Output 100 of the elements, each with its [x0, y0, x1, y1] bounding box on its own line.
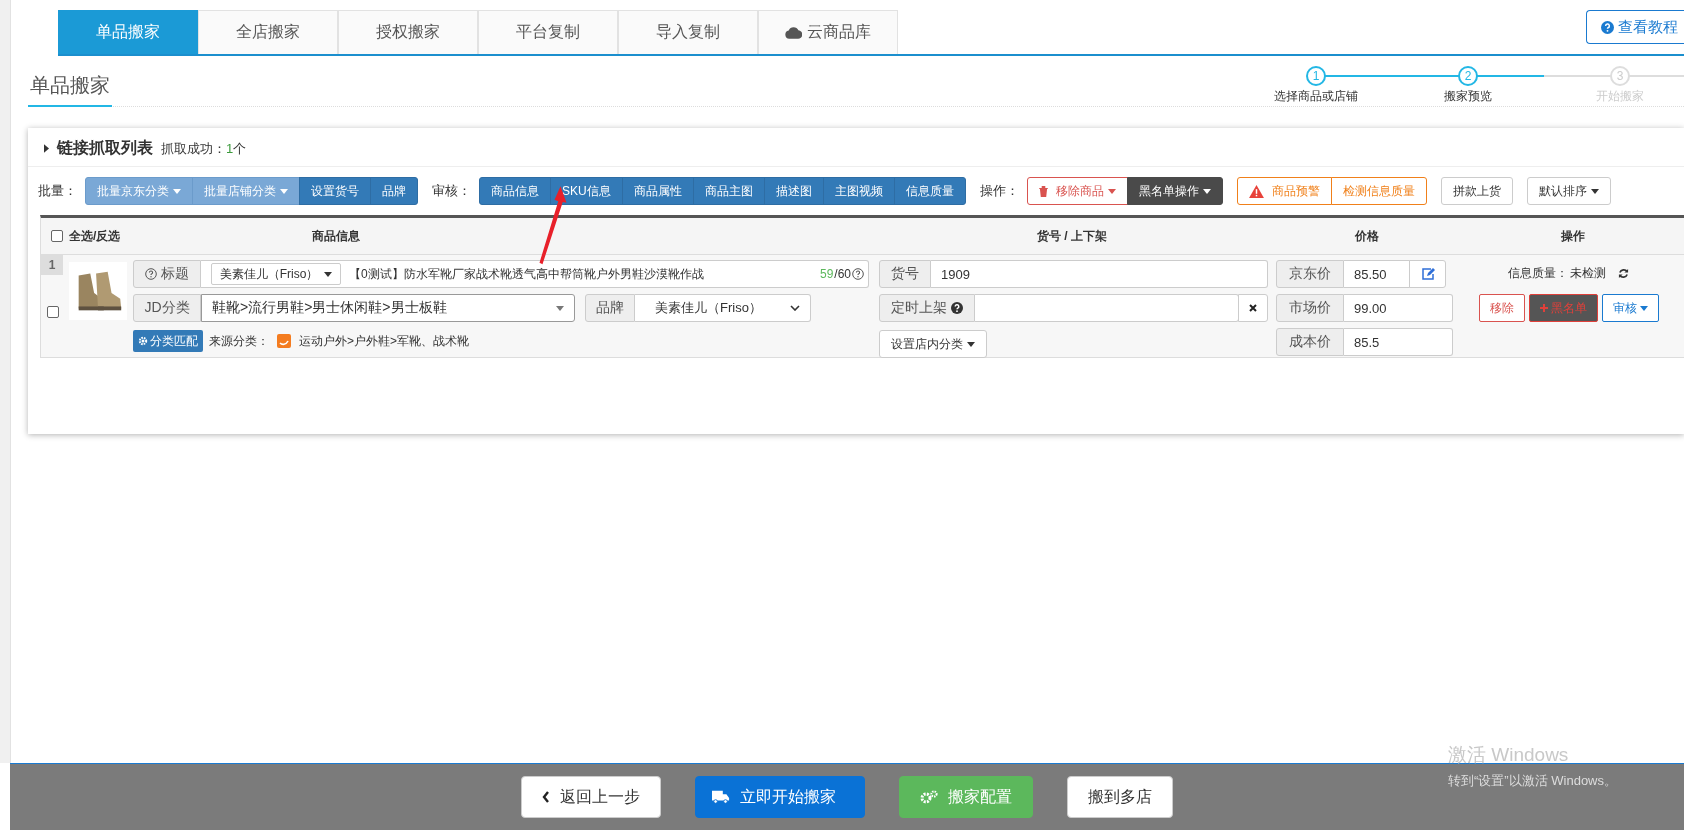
help-icon: [1601, 20, 1614, 34]
toolbar-button[interactable]: 品牌: [370, 177, 418, 205]
caret-icon[interactable]: [44, 144, 49, 153]
status-label: 抓取成功：: [161, 140, 226, 158]
toolbar-label: 操作：: [979, 182, 1019, 200]
toolbar-button[interactable]: 商品主图: [692, 177, 765, 205]
page-title: 单品搬家: [28, 72, 112, 107]
sku-label: 货号: [879, 260, 931, 288]
status-unit: 个: [233, 140, 247, 158]
quality-value: 未检测: [1570, 265, 1606, 282]
shop-category-button[interactable]: 设置店内分类: [879, 330, 987, 358]
plus-icon: [1539, 304, 1548, 312]
toolbar-button[interactable]: 批量店铺分类: [192, 177, 300, 205]
row-action-button[interactable]: 移除: [1478, 294, 1525, 322]
quality-label: 信息质量：: [1508, 265, 1568, 282]
boots-photo: [69, 262, 127, 320]
column-header: 操作: [1561, 228, 1585, 243]
title-field[interactable]: 美素佳儿（Friso） 【0测试】防水军靴厂家战术靴透气高中帮筒靴户外男鞋沙漠靴作战 59/60: [201, 260, 869, 288]
nav-tab[interactable]: 单品搬家: [58, 10, 198, 54]
brand-label: 品牌: [585, 294, 635, 322]
clear-button[interactable]: [1238, 294, 1268, 322]
price-label: 市场价: [1276, 294, 1344, 322]
row-action-button[interactable]: 审核: [1601, 294, 1659, 322]
nav-tab[interactable]: 全店搬家: [198, 10, 338, 54]
step-number: 1: [1306, 66, 1326, 86]
toolbar-button[interactable]: 黑名单操作: [1126, 177, 1223, 205]
nav-tab[interactable]: 云商品库: [758, 10, 898, 54]
column-header: 货号 / 上下架: [1037, 228, 1107, 243]
refresh-icon[interactable]: [1618, 268, 1629, 279]
toolbar-button[interactable]: 信息质量: [893, 177, 966, 205]
caret-icon: [1202, 188, 1211, 194]
select-all-label: 全选/反选: [69, 227, 121, 245]
caret-icon: [173, 188, 181, 194]
caret-icon: [280, 188, 288, 194]
toolbar-button[interactable]: 商品预警: [1236, 177, 1332, 205]
status-count: 1: [226, 141, 234, 156]
source-label: 来源分类：: [209, 332, 269, 350]
toolbar-button[interactable]: 商品属性: [621, 177, 694, 205]
row-number: 1: [41, 255, 63, 275]
toolbar-button[interactable]: 拼款上货: [1440, 177, 1513, 205]
activation-notice-hint: 转到“设置”以激活 Windows。: [1448, 772, 1617, 790]
schedule-field[interactable]: [975, 294, 1239, 322]
footer-button[interactable]: 搬到多店: [1067, 776, 1173, 818]
schedule-label: 定时上架: [879, 294, 975, 322]
shop-dropdown[interactable]: 美素佳儿（Friso）: [211, 263, 341, 285]
edit-icon: [1420, 267, 1435, 281]
toolbar-button[interactable]: 主图视频: [822, 177, 895, 205]
category-label: JD分类: [133, 294, 201, 322]
price-label: 成本价: [1276, 328, 1344, 356]
toolbar-button[interactable]: 移除商品: [1026, 177, 1128, 205]
toolbar-button[interactable]: 批量京东分类: [85, 177, 193, 205]
footer-button[interactable]: 立即开始搬家: [695, 776, 865, 818]
caret-icon: [1590, 188, 1599, 194]
toolbar-button[interactable]: 默认排序: [1526, 177, 1611, 205]
close-icon: [1249, 304, 1257, 312]
nav-tab[interactable]: 授权搬家: [338, 10, 478, 54]
nav-tab[interactable]: 导入复制: [618, 10, 758, 54]
caret-icon: [556, 305, 564, 311]
gears-icon: [920, 790, 938, 804]
chevron-left-icon: [542, 791, 550, 803]
sku-field[interactable]: 1909: [931, 260, 1268, 288]
price-field[interactable]: 85.50: [1344, 260, 1410, 288]
checkbox[interactable]: [51, 230, 63, 242]
caret-icon: [324, 271, 333, 277]
chevron-down-icon: [790, 305, 800, 311]
column-header: 价格: [1355, 228, 1379, 243]
store-logo-icon: [277, 334, 291, 348]
toolbar-button[interactable]: 设置货号: [299, 177, 371, 205]
source-category: 运动户外>户外鞋>军靴、战术靴: [299, 332, 469, 350]
help-icon: [951, 302, 963, 314]
help-icon: [145, 268, 157, 280]
char-count: 59: [819, 267, 834, 281]
step-label: 选择商品或店铺: [1274, 88, 1358, 105]
toolbar-label: 审核：: [432, 182, 471, 200]
nav-tab[interactable]: 平台复制: [478, 10, 618, 54]
footer-button[interactable]: 返回上一步: [521, 776, 661, 818]
brand-select[interactable]: 美素佳儿（Friso）: [635, 294, 811, 322]
cloud-icon: [785, 26, 802, 39]
caret-icon: [1107, 188, 1116, 194]
price-field[interactable]: 85.5: [1344, 328, 1453, 356]
gear-icon: [138, 336, 148, 346]
footer-button[interactable]: 搬家配置: [899, 776, 1033, 818]
tutorial-button[interactable]: 查看教程: [1586, 10, 1684, 44]
help-icon: [852, 268, 864, 280]
caret-icon: [967, 341, 975, 347]
toolbar-button[interactable]: SKU信息: [550, 177, 623, 205]
column-header: 商品信息: [312, 228, 360, 243]
warning-icon: [1248, 184, 1264, 198]
step-number: 2: [1458, 66, 1478, 86]
toolbar-button[interactable]: 检测信息质量: [1330, 177, 1427, 205]
panel-title: 链接抓取列表: [57, 138, 153, 158]
edit-button[interactable]: [1409, 260, 1446, 288]
toolbar-button[interactable]: 商品信息: [479, 177, 551, 205]
toolbar-button[interactable]: 描述图: [763, 177, 824, 205]
price-field[interactable]: 99.00: [1344, 294, 1453, 322]
category-select[interactable]: 鞋靴>流行男鞋>男士休闲鞋>男士板鞋: [201, 294, 575, 322]
category-match-button[interactable]: 分类匹配: [133, 330, 203, 352]
toolbar-label: 批量：: [38, 182, 77, 200]
checkbox[interactable]: [47, 306, 59, 318]
char-limit: /60: [834, 267, 851, 281]
